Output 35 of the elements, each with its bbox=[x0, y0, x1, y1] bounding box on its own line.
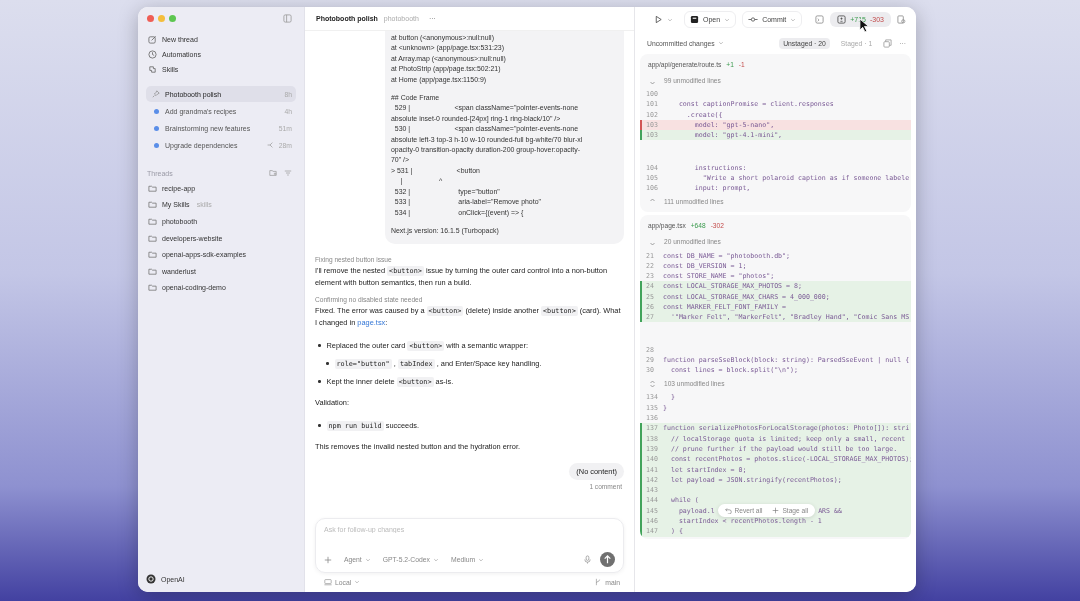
review-icon[interactable] bbox=[897, 15, 906, 24]
close-window-button[interactable] bbox=[147, 15, 154, 22]
commit-icon bbox=[748, 15, 759, 24]
diff-icon bbox=[837, 15, 847, 24]
compose-icon bbox=[148, 35, 157, 44]
bullet-icon bbox=[318, 344, 321, 347]
caret-icon bbox=[717, 40, 724, 46]
sidebar-toggle-icon[interactable] bbox=[283, 14, 292, 23]
caret-icon bbox=[724, 16, 731, 23]
caret-icon bbox=[478, 556, 485, 563]
bullet-icon bbox=[318, 424, 321, 427]
branch-icon bbox=[594, 578, 603, 586]
copy-icon[interactable] bbox=[883, 38, 893, 48]
minimize-window-button[interactable] bbox=[158, 15, 165, 22]
new-folder-icon[interactable] bbox=[269, 169, 277, 177]
undo-icon bbox=[724, 507, 732, 515]
app-icon bbox=[690, 15, 699, 24]
caret-icon bbox=[790, 16, 797, 23]
plus-icon[interactable] bbox=[324, 555, 332, 564]
logo-icon bbox=[146, 574, 156, 584]
caret-icon bbox=[667, 16, 673, 23]
caret-icon bbox=[354, 579, 361, 585]
send-button[interactable] bbox=[600, 552, 615, 567]
bullet-icon bbox=[318, 380, 321, 383]
plus-icon bbox=[772, 507, 780, 515]
filter-icon[interactable] bbox=[284, 169, 292, 177]
clock-icon bbox=[148, 50, 157, 59]
caret-icon bbox=[364, 556, 371, 563]
caret-icon bbox=[433, 556, 439, 563]
terminal-icon[interactable] bbox=[815, 15, 825, 24]
laptop-icon bbox=[324, 578, 332, 586]
zoom-window-button[interactable] bbox=[169, 15, 176, 22]
play-icon bbox=[654, 15, 663, 24]
bullet-icon bbox=[326, 362, 329, 365]
microphone-icon[interactable] bbox=[583, 555, 592, 564]
